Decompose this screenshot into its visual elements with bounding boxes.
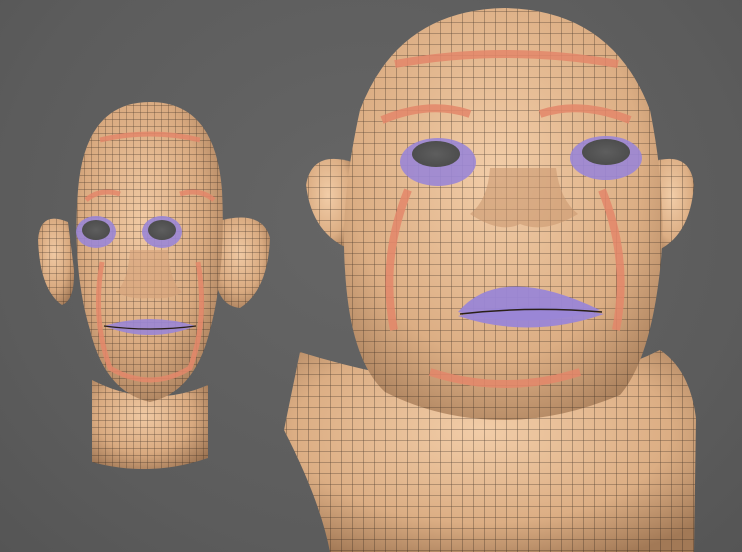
thin-head-mesh[interactable] xyxy=(38,102,270,470)
heavy-head-mesh[interactable] xyxy=(284,8,696,552)
render-canvas xyxy=(38,8,696,552)
3d-viewport[interactable] xyxy=(0,0,742,552)
